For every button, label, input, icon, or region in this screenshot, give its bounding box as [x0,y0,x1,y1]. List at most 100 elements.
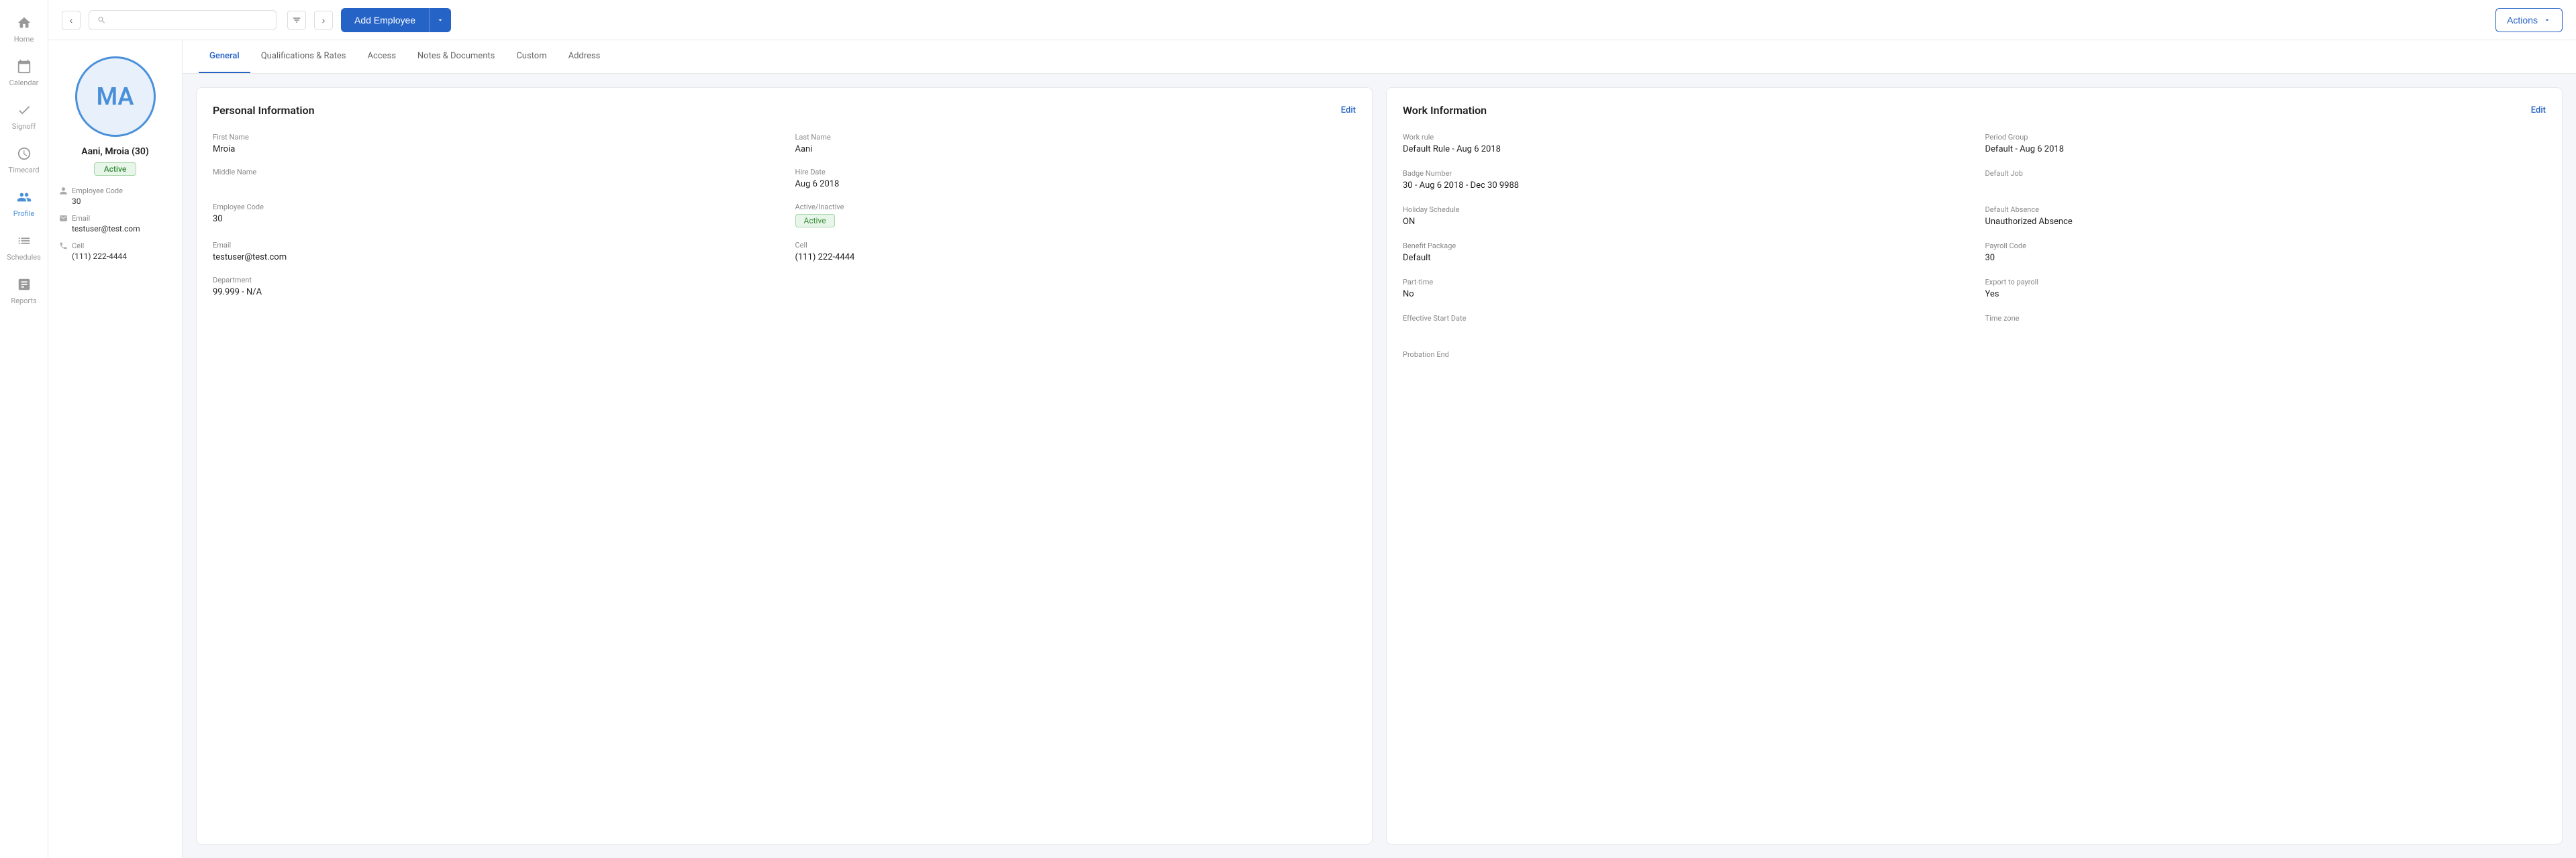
sidebar-item-schedules[interactable]: Schedules [0,225,48,268]
first-name-label: First Name [213,133,774,142]
badge-number-field: Badge Number 30 - Aug 6 2018 - Dec 30 99… [1403,169,1964,191]
add-employee-button[interactable]: Add Employee [341,8,429,32]
benefit-package-label: Benefit Package [1403,242,1964,250]
benefit-package-value: Default [1403,253,1964,263]
actions-button[interactable]: Actions [2495,8,2563,32]
add-employee-group: Add Employee [341,8,451,32]
work-info-title: Work Information [1403,104,1487,117]
tab-notes[interactable]: Notes & Documents [407,40,505,73]
time-zone-value [1985,325,2546,335]
cell-label: Cell [795,241,1356,250]
payroll-code-label: Payroll Code [1985,242,2546,250]
sidebar-item-label: Schedules [7,253,41,262]
topbar: ‹ Aani, Mroia (30) › Add Employee Action… [48,0,2576,40]
add-employee-dropdown-button[interactable] [429,8,451,32]
cell-value: (111) 222-4444 [795,252,1356,262]
last-name-field: Last Name Aani [795,133,1356,154]
part-time-value: No [1403,289,1964,299]
holiday-schedule-field: Holiday Schedule ON [1403,205,1964,227]
sidebar-item-label: Home [14,35,34,44]
default-job-value [1985,180,2546,191]
sidebar-item-home[interactable]: Home [0,7,48,50]
work-info-panel: Work Information Edit Work rule Default … [1386,87,2563,845]
email-value: testuser@test.com [59,224,171,233]
main-container: ‹ Aani, Mroia (30) › Add Employee Action… [48,0,2576,858]
hire-date-value: Aug 6 2018 [795,179,1356,189]
cell-info: Cell (111) 222-4444 [59,242,171,261]
personal-info-edit-button[interactable]: Edit [1341,105,1356,115]
personal-info-form: First Name Mroia Last Name Aani Middle N… [213,133,1356,297]
sidebar-item-timecard[interactable]: Timecard [0,138,48,181]
employee-code-label: Employee Code [72,186,123,195]
part-time-field: Part-time No [1403,278,1964,299]
email-icon [59,214,68,223]
search-input[interactable]: Aani, Mroia (30) [111,15,268,25]
email-label: Email [72,214,90,223]
department-label: Department [213,276,774,284]
tab-address[interactable]: Address [558,40,611,73]
sidebar-item-label: Reports [11,297,36,305]
department-field: Department 99.999 - N/A [213,276,774,297]
content-area: MA Aani, Mroia (30) Active Employee Code… [48,40,2576,858]
tab-qualifications[interactable]: Qualifications & Rates [250,40,357,73]
tab-access[interactable]: Access [357,40,407,73]
holiday-schedule-label: Holiday Schedule [1403,205,1964,214]
period-group-label: Period Group [1985,133,2546,142]
sidebar-item-calendar[interactable]: Calendar [0,50,48,94]
email-value: testuser@test.com [213,252,774,262]
time-zone-label: Time zone [1985,314,2546,323]
sidebar-item-label: Calendar [9,78,39,87]
chevron-down-icon [436,16,444,24]
filter-button[interactable] [287,11,306,30]
left-panel: MA Aani, Mroia (30) Active Employee Code… [48,40,183,858]
badge-number-label: Badge Number [1403,169,1964,178]
sidebar: Home Calendar Signoff Timecard Profile S… [0,0,48,858]
payroll-code-value: 30 [1985,253,2546,263]
avatar: MA [75,56,156,137]
cell-label: Cell [72,242,84,250]
hire-date-field: Hire Date Aug 6 2018 [795,168,1356,189]
sidebar-item-signoff[interactable]: Signoff [0,94,48,138]
default-absence-value: Unauthorized Absence [1985,217,2546,227]
payroll-code-field: Payroll Code 30 [1985,242,2546,263]
email-label: Email [213,241,774,250]
nav-forward-button[interactable]: › [314,11,333,30]
employee-code-value: 30 [59,197,171,206]
part-time-label: Part-time [1403,278,1964,286]
export-to-payroll-label: Export to payroll [1985,278,2546,286]
cell-field: Cell (111) 222-4444 [795,241,1356,262]
sidebar-item-reports[interactable]: Reports [0,268,48,312]
home-icon [15,13,34,32]
work-rule-label: Work rule [1403,133,1964,142]
middle-name-value [213,179,774,189]
work-info-edit-button[interactable]: Edit [2531,105,2546,115]
schedules-icon [15,231,34,250]
active-inactive-label: Active/Inactive [795,203,1356,211]
sidebar-item-profile[interactable]: Profile [0,181,48,225]
hire-date-label: Hire Date [795,168,1356,176]
employee-name: Aani, Mroia (30) [81,146,149,157]
sidebar-item-label: Timecard [8,166,39,174]
time-zone-field: Time zone [1985,314,2546,335]
active-inactive-value: Active [795,214,1356,227]
person-icon [59,186,68,195]
middle-name-field: Middle Name [213,168,774,189]
tab-general[interactable]: General [199,40,250,73]
last-name-value: Aani [795,144,1356,154]
employee-code-info: Employee Code 30 [59,186,171,206]
tab-custom[interactable]: Custom [505,40,557,73]
info-list: Employee Code 30 Email testuser@test.com… [59,186,171,261]
work-info-form: Work rule Default Rule - Aug 6 2018 Peri… [1403,133,2546,372]
employee-code-value: 30 [213,214,774,224]
work-info-header: Work Information Edit [1403,104,2546,117]
export-to-payroll-field: Export to payroll Yes [1985,278,2546,299]
timecard-icon [15,144,34,163]
effective-start-date-field: Effective Start Date [1403,314,1964,335]
cell-icon [59,242,68,250]
default-absence-label: Default Absence [1985,205,2546,214]
default-job-field: Default Job [1985,169,2546,191]
sidebar-item-label: Profile [13,209,34,218]
reports-icon [15,275,34,294]
nav-back-button[interactable]: ‹ [62,11,81,30]
active-inactive-field: Active/Inactive Active [795,203,1356,227]
